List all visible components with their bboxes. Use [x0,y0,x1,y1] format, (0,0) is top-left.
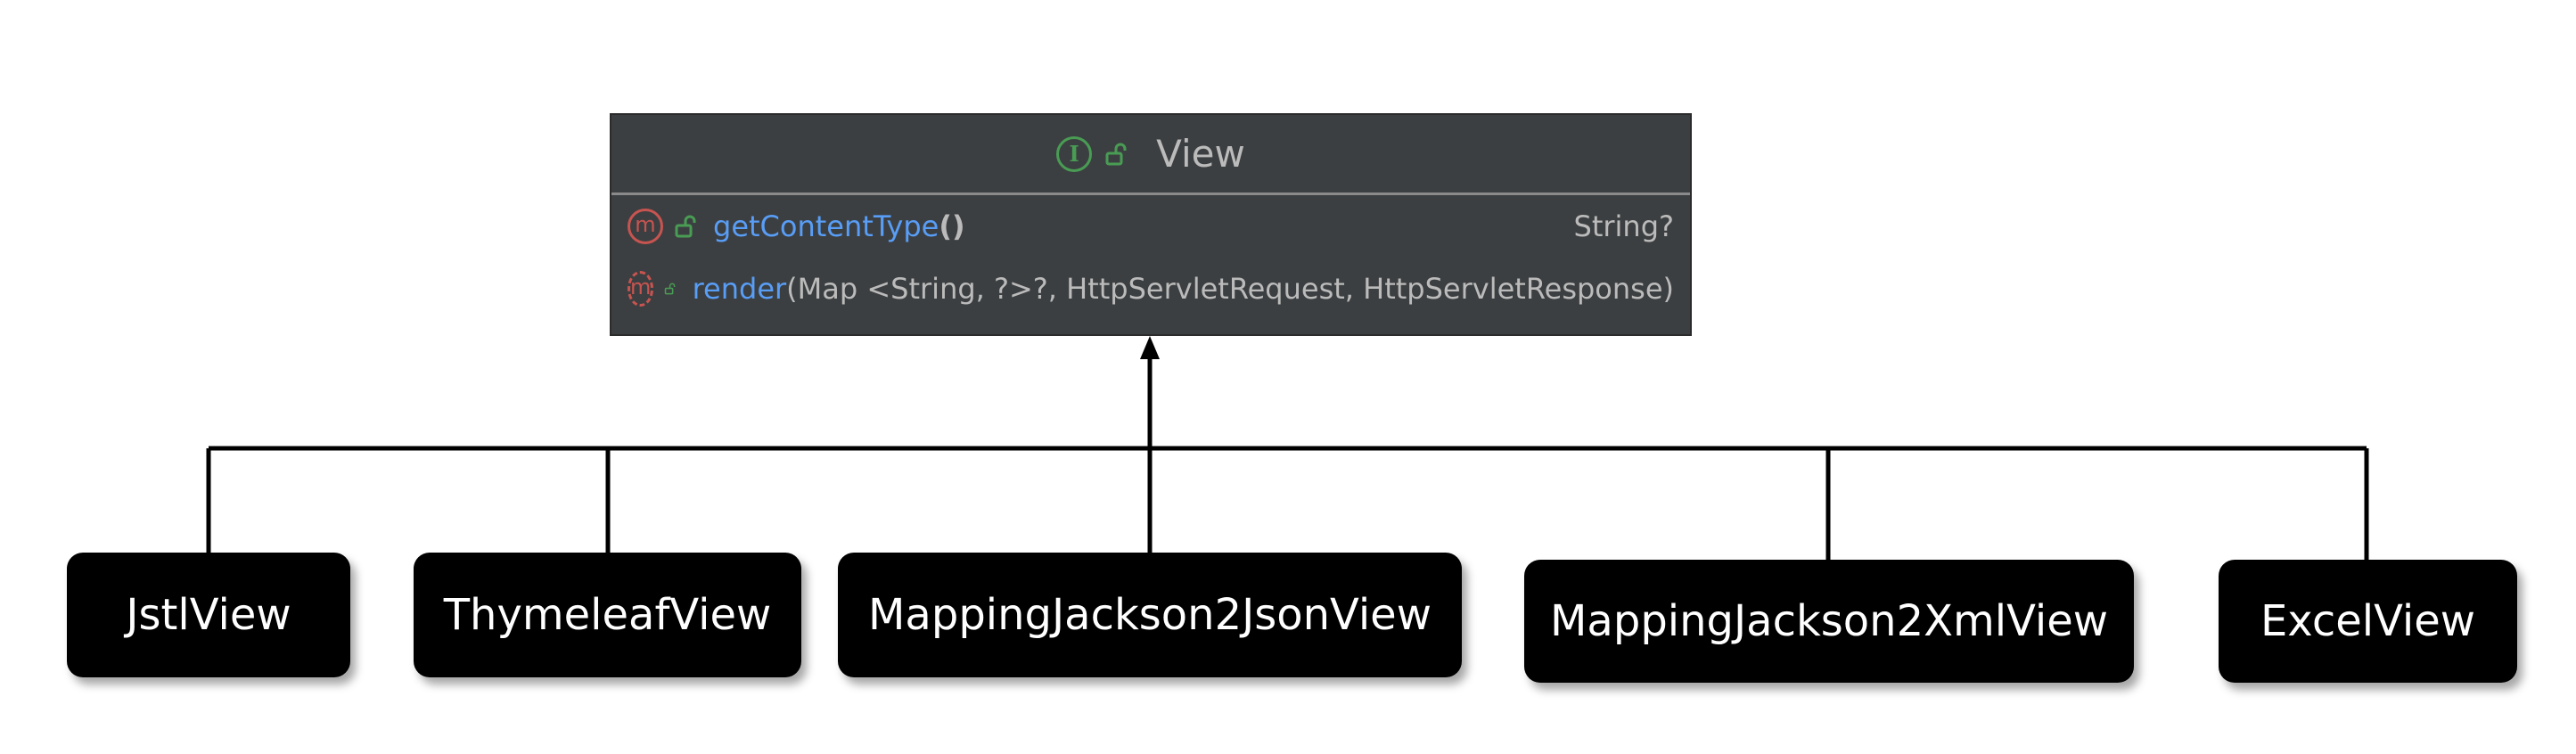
abstract-method-icon: m [628,271,654,307]
method-params: () [939,209,965,243]
member-render[interactable]: m render (Map <String, ?>?, HttpServletR… [611,258,1690,320]
interface-title: View [1156,132,1245,176]
public-lock-icon [1105,143,1127,165]
view-interface-box[interactable]: I View m getContentType () String? m ren… [610,113,1692,336]
member-getcontenttype[interactable]: m getContentType () String? [611,195,1690,258]
interface-icon: I [1056,135,1093,172]
method-params: (Map <String, ?>?, HttpServletRequest, H… [786,272,1674,306]
method-name: render [692,272,787,306]
public-lock-icon [675,215,696,238]
public-lock-icon [665,283,676,295]
method-name: getContentType [713,209,939,243]
method-return-type: String? [1573,209,1674,243]
class-node-excelview[interactable]: ExcelView [2219,560,2517,683]
class-node-mappingjackson2xmlview[interactable]: MappingJackson2XmlView [1524,560,2134,683]
inheritance-arrowhead [1140,336,1160,359]
class-node-thymeleafview[interactable]: ThymeleafView [414,553,801,677]
method-icon: m [628,209,663,244]
interface-header: I View [611,115,1690,195]
class-node-jstlview[interactable]: JstlView [67,553,350,677]
class-node-mappingjackson2jsonview[interactable]: MappingJackson2JsonView [838,553,1462,677]
